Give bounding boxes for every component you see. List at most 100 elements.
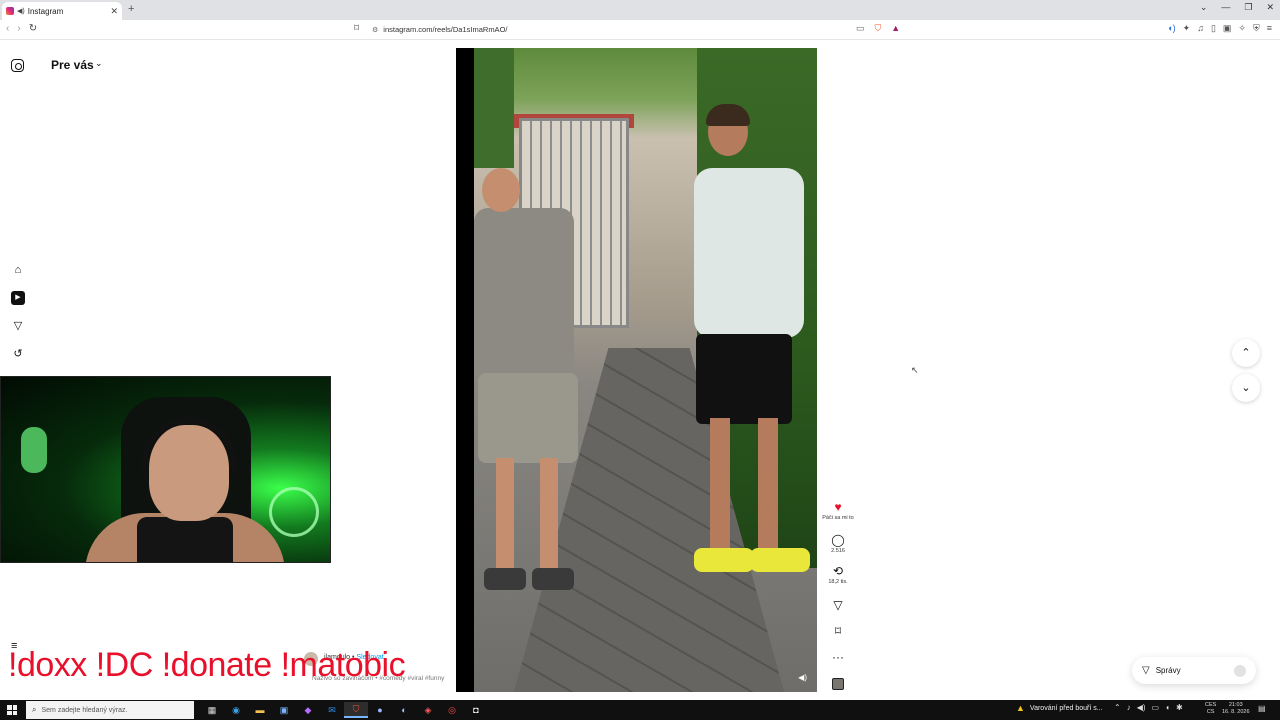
vpn-icon[interactable]: ⛨ xyxy=(1253,23,1260,34)
search-icon: ⌕ xyxy=(32,705,37,714)
url-field[interactable]: ⚙ instagram.com/reels/Da1sImaRmAO/ xyxy=(372,22,910,37)
taskbar-weather-warning[interactable]: ▲ Varování před bouří s... xyxy=(1016,703,1103,713)
repost-icon: ⟲ xyxy=(832,564,844,578)
share-button[interactable]: ▽ xyxy=(820,598,856,612)
media-icon[interactable]: ♫ xyxy=(1197,23,1204,34)
task-view-icon[interactable]: ▦ xyxy=(200,702,224,718)
brave-icon[interactable]: ⛉ xyxy=(344,702,368,718)
close-tab-icon[interactable]: ✕ xyxy=(110,6,118,17)
restore-button[interactable]: ❐ xyxy=(1244,2,1252,13)
pc-fan-light xyxy=(269,487,319,537)
streamer-webcam xyxy=(0,376,331,563)
file-explorer-icon[interactable]: ▬ xyxy=(248,702,272,718)
cast-icon[interactable]: ▭ xyxy=(856,23,865,34)
extension-icons: ◖) ✦ ♫ ▯ ▣ ✧ ⛨ ≡ xyxy=(1167,23,1272,34)
volume-icon[interactable]: ◖ xyxy=(1165,703,1170,712)
teams-icon[interactable]: ◆ xyxy=(296,702,320,718)
window-controls: ⌄ — ❐ ✕ xyxy=(1200,2,1274,13)
screen: ◀) Instagram ✕ + ⌄ — ❐ ✕ ‹ › ↻ ⌑ ⚙ insta… xyxy=(0,0,1280,720)
chevron-down-icon[interactable]: ⌄ xyxy=(95,58,103,69)
send-icon: ▽ xyxy=(1142,665,1150,676)
audio-thumbnail[interactable] xyxy=(832,678,844,690)
clock-date: 16. 8. 2026 xyxy=(1222,709,1250,715)
bookmark-icon: ⌑ xyxy=(834,624,842,638)
like-button[interactable]: ♥ Páči sa mi to xyxy=(820,500,856,521)
media-app-icon[interactable]: ◘ xyxy=(464,702,488,718)
reload-icon[interactable]: ↻ xyxy=(29,23,37,34)
extension-icon[interactable]: ✦ xyxy=(1183,23,1191,34)
repost-count: 18,2 tis. xyxy=(828,579,848,585)
game-launcher-icon[interactable]: ◈ xyxy=(416,702,440,718)
minimize-button[interactable]: — xyxy=(1221,2,1230,13)
language-indicator[interactable]: CES CS xyxy=(1205,702,1216,716)
steam-icon[interactable]: ◐ xyxy=(392,702,416,718)
taskbar-apps: ▦ ◉ ▬ ▣ ◆ ✉ ⛉ ● ◐ ◈ ◎ ◘ xyxy=(200,702,488,718)
taskbar-search[interactable]: ⌕ Sem zadejte hledaný výraz. xyxy=(26,701,194,719)
wallet-icon[interactable]: ▣ xyxy=(1223,23,1232,34)
comment-icon: ◯ xyxy=(831,533,845,547)
reels-icon[interactable]: ▶ xyxy=(11,291,25,305)
search-placeholder: Sem zadejte hledaný výraz. xyxy=(41,706,128,714)
edge-icon[interactable]: ◉ xyxy=(224,702,248,718)
mail-icon[interactable]: ✉ xyxy=(320,702,344,718)
save-button[interactable]: ⌑ xyxy=(820,624,856,638)
repost-button[interactable]: ⟲ 18,2 tis. xyxy=(820,564,856,585)
home-icon[interactable]: ⌂ xyxy=(11,263,25,277)
menu-icon[interactable]: ≡ xyxy=(1267,23,1272,34)
microphone-icon[interactable]: ♪ xyxy=(1127,703,1131,712)
heart-icon: ♥ xyxy=(834,500,842,514)
obs-icon[interactable]: ◎ xyxy=(440,702,464,718)
browser-addressbar: ‹ › ↻ ⌑ ⚙ instagram.com/reels/Da1sImaRmA… xyxy=(0,20,1280,40)
leo-icon[interactable]: ✧ xyxy=(1238,23,1246,34)
tray-overflow-icon[interactable]: ⌃ xyxy=(1114,703,1121,712)
new-tab-button[interactable]: + xyxy=(128,3,134,15)
instagram-logo-icon[interactable] xyxy=(11,59,24,72)
browser-tabbar: ◀) Instagram ✕ + ⌄ — ❐ ✕ xyxy=(0,0,1280,20)
read-aloud-icon[interactable]: ◖) xyxy=(1167,23,1175,34)
mouse-cursor-icon: ↖ xyxy=(911,365,919,375)
speaker-icon[interactable]: ◀) xyxy=(17,7,25,15)
nav-buttons: ‹ › ↻ xyxy=(6,23,37,34)
send-icon[interactable]: ▽ xyxy=(11,319,25,333)
forward-arrow-icon[interactable]: › xyxy=(17,23,20,34)
clock-time: 21:03 xyxy=(1228,702,1243,708)
lang-code: CES xyxy=(1205,702,1217,708)
bluetooth-icon[interactable]: ✱ xyxy=(1176,703,1183,712)
previous-reel-button[interactable]: ⌃ xyxy=(1232,339,1260,367)
windows-start-icon[interactable] xyxy=(7,705,17,715)
person-right xyxy=(684,104,814,598)
speaker-icon[interactable]: ◀) xyxy=(1137,703,1146,712)
chevron-down-icon: ⌄ xyxy=(1241,382,1251,394)
messages-button[interactable]: ▽ Správy xyxy=(1132,657,1256,684)
bookmark-icon[interactable]: ⌑ xyxy=(354,23,359,34)
url-text: instagram.com/reels/Da1sImaRmAO/ xyxy=(383,25,508,34)
feed-selector[interactable]: Pre vás xyxy=(51,58,94,72)
person-left xyxy=(474,168,594,608)
comment-button[interactable]: ◯ 2.516 xyxy=(820,533,856,554)
app-icon[interactable]: ● xyxy=(368,702,392,718)
site-info-icon[interactable]: ⚙ xyxy=(372,26,378,34)
store-icon[interactable]: ▣ xyxy=(272,702,296,718)
instagram-favicon-icon xyxy=(6,7,14,15)
more-options-button[interactable]: ··· xyxy=(820,650,856,664)
hedge-left xyxy=(474,48,514,168)
system-tray: ⌃ ♪ ◀) ▭ ◖ ✱ xyxy=(1114,703,1183,712)
windows-taskbar: ⌕ Sem zadejte hledaný výraz. ▦ ◉ ▬ ▣ ◆ ✉… xyxy=(0,700,1280,720)
network-icon[interactable]: ▭ xyxy=(1152,703,1160,712)
frog-figurine xyxy=(21,427,47,473)
video-scene xyxy=(474,48,817,692)
browser-tab-instagram[interactable]: ◀) Instagram ✕ xyxy=(2,2,122,20)
close-window-button[interactable]: ✕ xyxy=(1266,2,1274,13)
brave-rewards-icon[interactable]: ▲ xyxy=(891,23,900,34)
back-arrow-icon[interactable]: ‹ xyxy=(6,23,9,34)
taskbar-clock[interactable]: 21:03 16. 8. 2026 xyxy=(1222,702,1250,716)
next-reel-button[interactable]: ⌄ xyxy=(1232,374,1260,402)
notifications-icon[interactable]: ▤ xyxy=(1258,704,1266,713)
volume-icon[interactable]: ◀) xyxy=(798,673,807,682)
sidebar-icon[interactable]: ▯ xyxy=(1211,23,1216,34)
tab-search-icon[interactable]: ⌄ xyxy=(1200,2,1208,13)
url-right-icons: ▭ ⛉ ▲ xyxy=(856,23,900,34)
activity-icon[interactable]: ↺ xyxy=(11,347,25,361)
reel-video[interactable]: ◀) xyxy=(456,48,817,692)
brave-shields-icon[interactable]: ⛉ xyxy=(875,23,882,34)
